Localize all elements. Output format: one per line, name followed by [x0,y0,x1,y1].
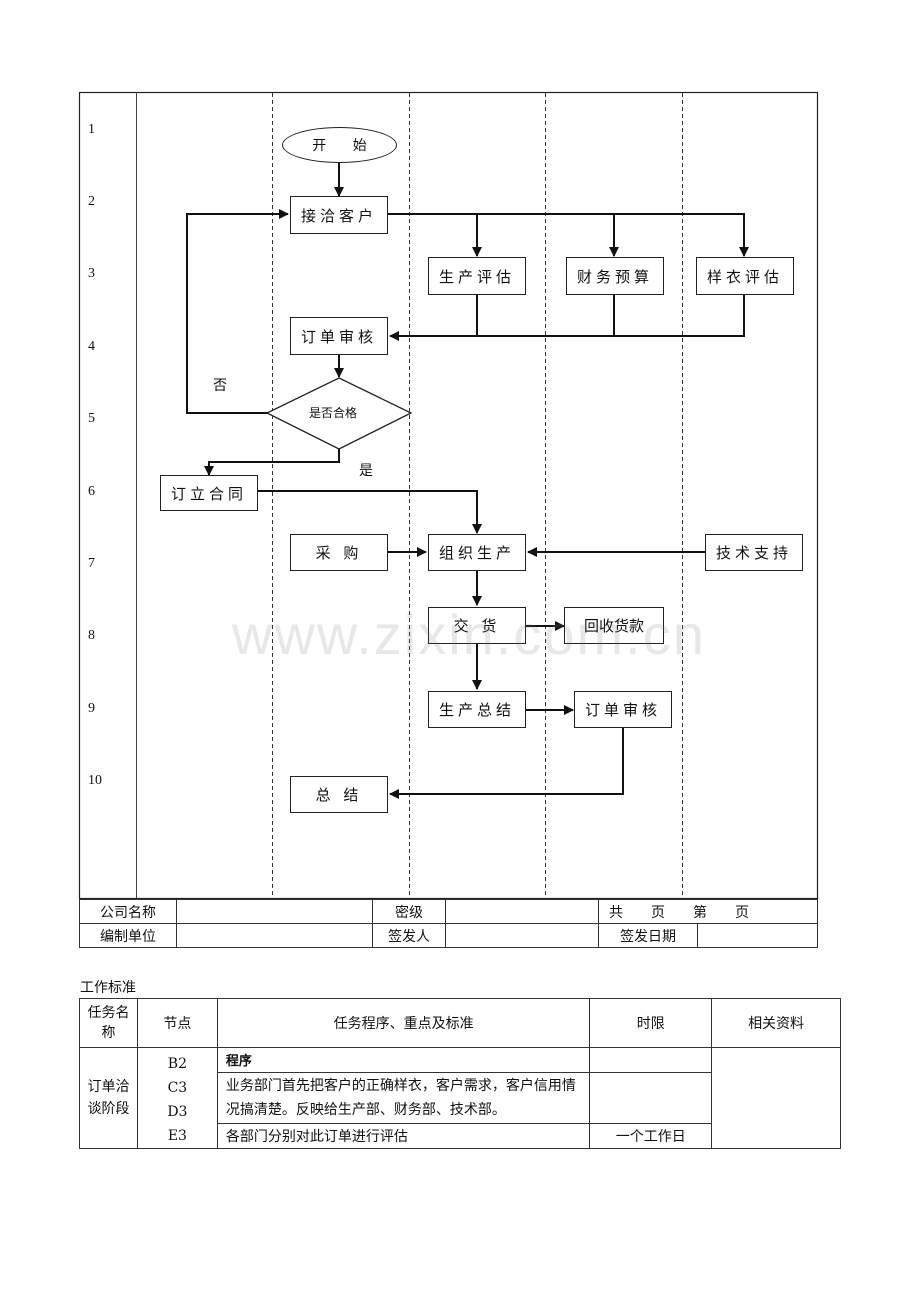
node-decision-label: 是否合格 [309,406,358,420]
references-cell [711,1047,841,1149]
issue-date-value [697,923,818,948]
document-meta-table: 公司名称 密级 共 页 第 页 编制单位 签发人 签发日期 [79,899,818,948]
node-collect-payment: 回收货款 [564,607,664,644]
header-time-limit: 时限 [589,998,713,1048]
node-item: B2 [167,1056,187,1072]
node-sign-contract: 订立合同 [160,475,258,511]
node-reception: 接洽客户 [290,196,388,234]
company-name-label: 公司名称 [79,899,177,924]
node-item: E3 [167,1128,187,1144]
node-order-review: 订单审核 [290,317,388,355]
procedure-heading: 程序 [216,1047,591,1073]
row-number: 8 [88,628,95,643]
secrecy-value [445,899,599,924]
edge-label-no: 否 [213,378,227,394]
row-number: 1 [88,122,95,137]
node-start: 开 始 [282,127,397,163]
task-name-cell: 订单洽谈阶段 [79,1047,138,1149]
edge-decision-yes [204,449,340,476]
page-count: 共 页 第 页 [598,899,818,924]
issue-date-label: 签发日期 [598,923,698,948]
header-procedure: 任务程序、重点及标准 [216,998,591,1048]
work-standard-title: 工作标准 [80,980,136,996]
row-number: 3 [88,266,95,281]
row-number: 5 [88,411,95,426]
time-limit-cell [589,1047,713,1073]
header-node: 节点 [136,998,218,1048]
row-number: 10 [88,773,102,788]
work-standard-table: 任务名称 节点 任务程序、重点及标准 时限 相关资料 订单洽谈阶段 B2 C3 … [79,998,841,1149]
row-number: 6 [88,484,95,499]
procedure-cell: 业务部门首先把客户的正确样衣，客户需求，客户信用情况搞清楚。反映给生产部、财务部… [216,1071,591,1125]
header-references: 相关资料 [711,998,841,1048]
node-order-review-2: 订单审核 [574,691,672,728]
flowchart: 1 2 3 4 5 6 7 8 9 10 开 始 接洽客户 生产评估 财务预算 … [0,0,920,960]
edge-sample-review [389,294,745,341]
prepared-by-label: 编制单位 [79,923,177,948]
row-number: 4 [88,339,95,354]
edge-contract-production [258,490,482,534]
node-item: D3 [167,1104,188,1120]
node-tech-support: 技术支持 [705,534,803,571]
time-limit-cell: 一个工作日 [589,1123,713,1149]
edge-reception-sample [388,213,749,257]
node-production-eval: 生产评估 [428,257,526,295]
flowchart-lines [78,91,819,900]
node-finance-budget: 财务预算 [566,257,664,295]
node-delivery: 交 货 [428,607,526,644]
issuer-label: 签发人 [372,923,446,948]
row-number: 9 [88,701,95,716]
prepared-by-value [176,923,373,948]
node-production-summary: 生产总结 [428,691,526,728]
node-organize-production: 组织生产 [428,534,526,571]
row-number: 7 [88,556,95,571]
node-summary: 总 结 [290,776,388,813]
time-limit-cell [589,1071,713,1125]
node-item: C3 [167,1080,188,1096]
procedure-cell: 各部门分别对此订单进行评估 [216,1123,591,1149]
header-task-name: 任务名称 [79,998,138,1048]
issuer-value [445,923,599,948]
node-purchase: 采 购 [290,534,388,571]
secrecy-label: 密级 [372,899,446,924]
row-number: 2 [88,194,95,209]
edge-label-yes: 是 [359,463,373,479]
company-name-value [176,899,373,924]
node-sample-eval: 样衣评估 [696,257,794,295]
edge-review2-final [389,728,624,799]
node-cell: B2 C3 D3 E3 [136,1047,218,1149]
